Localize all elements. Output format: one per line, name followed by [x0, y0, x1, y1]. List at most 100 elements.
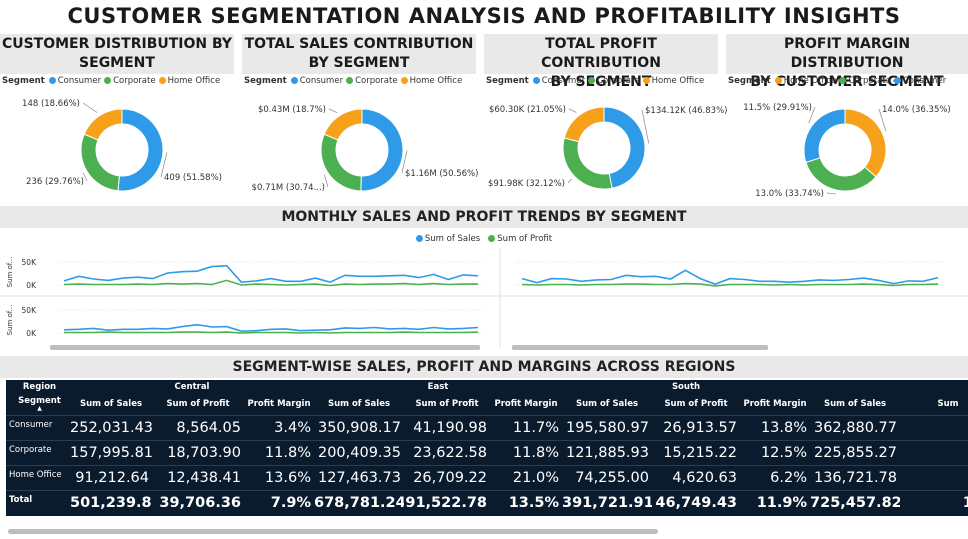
- segment-cell[interactable]: Consumer: [6, 415, 70, 441]
- donut-2[interactable]: $134.12K (46.83%) $91.98K (32.12%) $60.30K…: [488, 105, 728, 190]
- series-line-sales[interactable]: [521, 269, 939, 285]
- segment-header[interactable]: Segment ▲: [6, 393, 70, 416]
- region-south[interactable]: South: [562, 380, 810, 393]
- data-label: 11.5% (29.91%): [743, 103, 812, 113]
- value-cell: 39,706.36: [159, 494, 241, 511]
- value-cell: 725,457.82: [810, 494, 901, 511]
- value-cell: 21.0%: [490, 465, 562, 491]
- slice-corporate[interactable]: [562, 137, 613, 190]
- value-cell: 157,995.81: [70, 440, 152, 466]
- donut-charts[interactable]: 409 (51.58%) 236 (29.76%) 148 (18.66%) $1.1…: [0, 60, 968, 210]
- sort-arrow-icon: ▲: [37, 404, 42, 412]
- slice-consumer[interactable]: [117, 108, 164, 192]
- column-header[interactable]: Sum of Profit: [152, 393, 244, 416]
- slice-home-office[interactable]: [844, 108, 887, 178]
- data-label: $0.43M (18.7%): [258, 105, 326, 115]
- value-cell: 41,190.98: [404, 415, 490, 441]
- slice-home-office[interactable]: [83, 108, 123, 141]
- slice-consumer[interactable]: [360, 108, 404, 192]
- slice-corporate[interactable]: [320, 133, 362, 192]
- column-header[interactable]: Profit Margin: [244, 393, 314, 416]
- leader-line: [82, 102, 98, 113]
- series-line-sales[interactable]: [63, 264, 479, 284]
- column-header[interactable]: Sum of Sales: [562, 393, 652, 416]
- y-axis-label: Sum of...: [6, 257, 14, 288]
- series-line-profit[interactable]: [64, 331, 479, 334]
- value-cell: 1: [900, 465, 968, 491]
- legend-item-sales[interactable]: Sum of Sales: [415, 234, 480, 244]
- legend-dot-sales: [415, 234, 423, 242]
- slice-consumer[interactable]: [803, 108, 846, 163]
- series-line-profit[interactable]: [63, 279, 478, 287]
- value-cell: 3: [900, 440, 968, 466]
- value-cell: 11.7%: [490, 415, 562, 441]
- data-label: $0.71M (30.74...): [252, 183, 325, 193]
- column-header[interactable]: Profit Margin: [740, 393, 811, 416]
- value-cell: 4,620.63: [652, 465, 740, 491]
- value-cell: 195,580.97: [562, 415, 652, 441]
- y-tick-label: 50K: [22, 258, 38, 267]
- y-axis-label: Sum of...: [6, 305, 14, 336]
- table-row: Home Office 91,212.64 12,438.41 13.6% 127,46…: [6, 465, 968, 491]
- slice-corporate[interactable]: [805, 157, 877, 192]
- value-cell: 6.2%: [740, 465, 811, 491]
- data-label: 236 (29.76%): [26, 177, 84, 187]
- card-title-line1: TOTAL SALES CONTRIBUTION: [244, 36, 474, 52]
- leader-line: [567, 178, 572, 184]
- value-cell: 127,463.73: [314, 465, 404, 491]
- horizontal-scrollbar[interactable]: [8, 529, 658, 534]
- series-line-profit[interactable]: [521, 282, 939, 287]
- donut-1[interactable]: $1.16M (50.56%) $0.71M (30.74...) $0.43M (…: [252, 105, 479, 193]
- value-cell: 200,409.35: [314, 440, 404, 466]
- total-row: Total501,239.89 39,706.36 7.9%678,781.2491…: [6, 490, 968, 515]
- trend-chart[interactable]: Sum of... Sum of... 50K 0K 50K 0K: [0, 248, 968, 354]
- value-cell: 23,622.58: [404, 440, 490, 466]
- value-cell: 350,908.17: [314, 415, 404, 441]
- slice-home-office[interactable]: [563, 106, 605, 143]
- value-cell: 11.8%: [490, 440, 562, 466]
- value-cell: 13.6%: [244, 465, 314, 491]
- trend-title: MONTHLY SALES AND PROFIT TRENDS BY SEGME…: [0, 206, 968, 228]
- value-cell: 3.4%: [244, 415, 314, 441]
- panel-scrollbar[interactable]: [512, 345, 768, 350]
- value-cell: 108: [900, 490, 968, 515]
- column-header[interactable]: Sum of Sales: [810, 393, 901, 416]
- column-header[interactable]: Profit Margin: [490, 393, 562, 416]
- segment-cell[interactable]: Total: [6, 490, 70, 515]
- region-w[interactable]: W: [810, 380, 968, 393]
- panel-scrollbar[interactable]: [50, 345, 480, 350]
- value-cell: 7.9%: [270, 494, 311, 511]
- region-central[interactable]: Central: [70, 380, 314, 393]
- table-row: Corporate 157,995.81 18,703.90 11.8% 200,409…: [6, 440, 968, 466]
- value-cell: 5: [900, 415, 968, 441]
- series-line-sales[interactable]: [63, 323, 479, 333]
- data-label: 148 (18.66%): [22, 99, 80, 109]
- segment-cell[interactable]: Corporate: [6, 440, 70, 466]
- data-label: $60.30K (21.05%): [489, 105, 566, 115]
- column-header[interactable]: Sum of Profit: [652, 393, 740, 416]
- column-header[interactable]: Sum: [900, 393, 968, 416]
- donut-3[interactable]: 14.0% (36.35%) 13.0% (33.74%) 11.5% (29.91…: [743, 103, 951, 199]
- leader-line: [826, 192, 836, 195]
- dashboard: CUSTOMER SEGMENTATION ANALYSIS AND PROFI…: [0, 0, 968, 539]
- legend-item-profit[interactable]: Sum of Profit: [488, 234, 552, 244]
- column-header[interactable]: Sum of Profit: [404, 393, 490, 416]
- leader-line: [568, 108, 577, 113]
- value-cell: 678,781.24: [314, 494, 404, 511]
- value-cell: 362,880.77: [810, 415, 901, 441]
- segment-cell[interactable]: Home Office: [6, 465, 70, 491]
- region-matrix[interactable]: RegionCentralEastSouthWSegment▲Sum of Sa…: [6, 380, 968, 516]
- donut-0[interactable]: 409 (51.58%) 236 (29.76%) 148 (18.66%): [22, 99, 222, 192]
- slice-corporate[interactable]: [80, 133, 120, 192]
- region-east[interactable]: East: [314, 380, 562, 393]
- value-cell: 252,031.43: [70, 415, 152, 441]
- trend-panels: Sum of... Sum of... 50K 0K 50K 0K: [0, 248, 968, 350]
- column-header[interactable]: Sum of Sales: [314, 393, 404, 416]
- table-title: SEGMENT-WISE SALES, PROFIT AND MARGINS A…: [0, 356, 968, 378]
- data-label: $1.16M (50.56%): [405, 169, 478, 179]
- value-cell: 18,703.90: [152, 440, 244, 466]
- column-header[interactable]: Sum of Sales: [70, 393, 152, 416]
- value-cell: 391,721.91: [562, 494, 652, 511]
- value-cell: 91,522.78: [405, 494, 487, 511]
- slice-home-office[interactable]: [323, 108, 363, 141]
